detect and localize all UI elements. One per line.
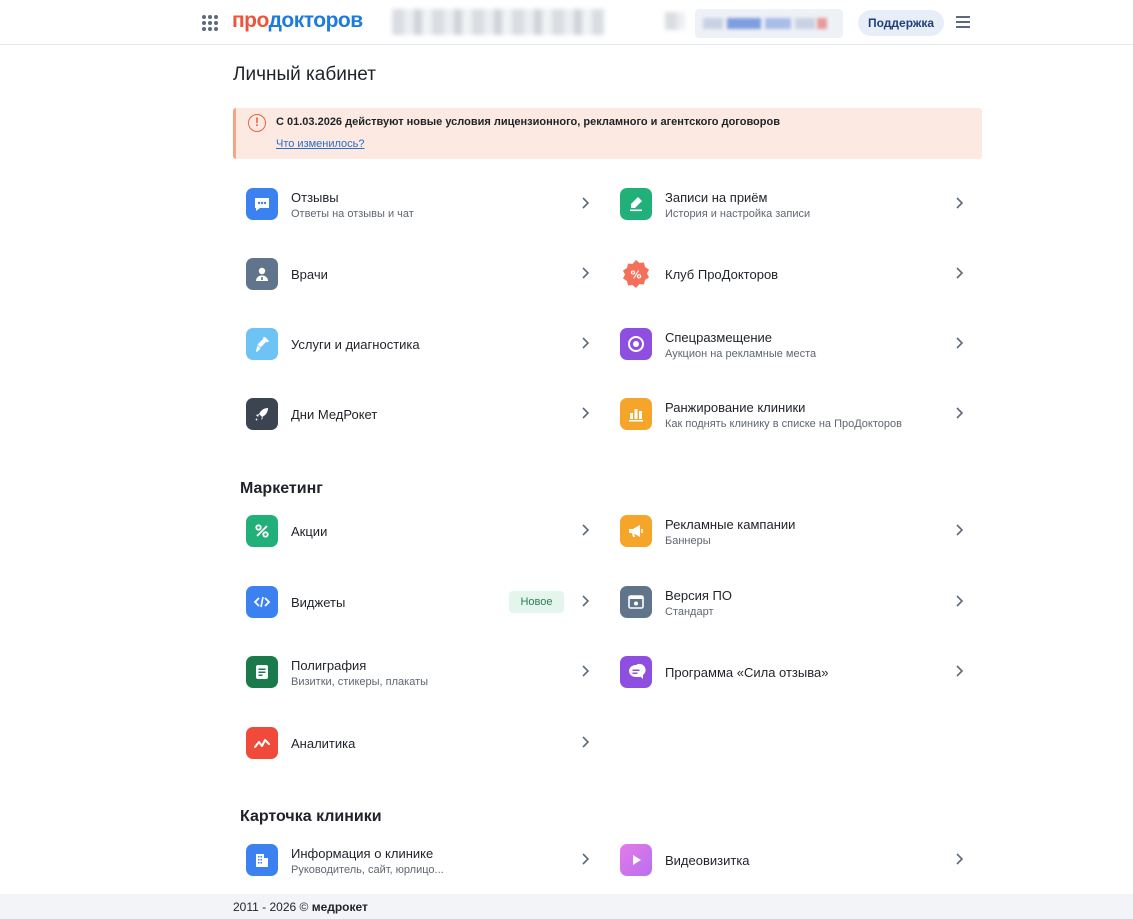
percent-icon <box>246 515 278 547</box>
target-icon <box>620 328 652 360</box>
menu-item-subtitle: Ответы на отзывы и чат <box>291 208 414 220</box>
menu-item-subtitle: Баннеры <box>665 535 711 547</box>
top-header: продокторов Поддержка <box>0 0 1133 45</box>
menu-item-clinic-ranking[interactable]: Ранжирование клиники Как поднять клинику… <box>620 386 980 442</box>
section-title-marketing: Маркетинг <box>240 480 323 497</box>
menu-item-promotions[interactable]: Акции <box>246 503 606 559</box>
menu-item-title: Информация о клинике <box>291 846 434 861</box>
menu-item-ad-campaigns[interactable]: Рекламные кампании Баннеры <box>620 503 980 559</box>
chevron-right-icon <box>954 664 964 678</box>
chevron-right-icon <box>954 266 964 280</box>
svg-text:%: % <box>630 269 641 282</box>
chevron-right-icon <box>580 664 590 678</box>
menu-item-widgets[interactable]: Виджеты Новое <box>246 574 606 630</box>
menu-item-title: Полиграфия <box>291 658 367 673</box>
chevron-right-icon <box>954 594 964 608</box>
menu-item-title: Ранжирование клиники <box>665 400 806 415</box>
building-icon <box>246 844 278 876</box>
clinic-selector-blurred[interactable] <box>392 9 604 35</box>
menu-item-special-placement[interactable]: Спецразмещение Аукцион на рекламные мест… <box>620 316 980 372</box>
menu-item-title: Клуб ПроДокторов <box>665 267 779 282</box>
megaphone-icon <box>620 515 652 547</box>
play-icon <box>620 844 652 876</box>
menu-item-medrocket-days[interactable]: Дни МедРокет <box>246 386 606 442</box>
menu-item-subtitle: Визитки, стикеры, плакаты <box>291 676 429 688</box>
chat-bubble-icon <box>246 188 278 220</box>
what-changed-link[interactable]: Что изменилось? <box>276 138 365 150</box>
code-icon <box>246 586 278 618</box>
menu-item-appointments[interactable]: Записи на приём История и настройка запи… <box>620 176 980 232</box>
footer-years: 2011 - 2026 © <box>233 900 309 914</box>
logo-part-1: про <box>232 9 269 32</box>
menu-item-title: Виджеты <box>291 595 346 610</box>
menu-item-subtitle: Стандарт <box>665 606 714 618</box>
chevron-right-icon <box>580 735 590 749</box>
chevron-right-icon <box>580 336 590 350</box>
menu-item-title: Программа «Сила отзыва» <box>665 665 829 680</box>
hamburger-menu-icon[interactable] <box>956 16 970 28</box>
chevron-right-icon <box>580 406 590 420</box>
menu-item-title: Рекламные кампании <box>665 517 796 532</box>
menu-item-title: Услуги и диагностика <box>291 337 420 352</box>
menu-item-video-card[interactable]: Видеовизитка <box>620 832 980 888</box>
menu-item-analytics[interactable]: Аналитика <box>246 715 606 771</box>
prodoctorov-logo[interactable]: продокторов <box>232 9 363 33</box>
percent-badge-icon: % <box>620 258 652 290</box>
new-badge: Новое <box>509 591 564 613</box>
menu-item-reviews[interactable]: Отзывы Ответы на отзывы и чат <box>246 176 606 232</box>
bar-chart-icon <box>620 398 652 430</box>
logo-part-2: докторов <box>268 9 364 32</box>
review-chat-icon <box>620 656 652 688</box>
menu-item-title: Версия ПО <box>665 588 732 603</box>
notification-blurred[interactable] <box>665 12 685 30</box>
menu-item-services[interactable]: Услуги и диагностика <box>246 316 606 372</box>
rocket-icon <box>246 398 278 430</box>
syringe-icon <box>246 328 278 360</box>
menu-item-subtitle: Аукцион на рекламные места <box>665 348 817 360</box>
chevron-right-icon <box>580 594 590 608</box>
menu-item-review-power-program[interactable]: Программа «Сила отзыва» <box>620 644 980 700</box>
menu-item-title: Аналитика <box>291 736 356 751</box>
menu-item-subtitle: Руководитель, сайт, юрлицо... <box>291 864 444 876</box>
menu-item-title: Акции <box>291 524 328 539</box>
chevron-right-icon <box>580 852 590 866</box>
section-title-clinic-card: Карточка клиники <box>240 808 382 825</box>
chevron-right-icon <box>954 523 964 537</box>
terms-notice-banner: ! С 01.03.2026 действуют новые условия л… <box>233 108 982 159</box>
menu-item-title: Записи на приём <box>665 190 768 205</box>
chevron-right-icon <box>954 336 964 350</box>
account-blurred[interactable] <box>695 9 843 38</box>
chevron-right-icon <box>954 196 964 210</box>
menu-item-title: Врачи <box>291 267 328 282</box>
menu-item-title: Дни МедРокет <box>291 407 378 422</box>
menu-item-title: Спецразмещение <box>665 330 772 345</box>
menu-item-title: Видеовизитка <box>665 853 750 868</box>
chevron-right-icon <box>954 852 964 866</box>
analytics-line-icon <box>246 727 278 759</box>
chevron-right-icon <box>580 523 590 537</box>
menu-item-printing[interactable]: Полиграфия Визитки, стикеры, плакаты <box>246 644 606 700</box>
footer-copyright: 2011 - 2026 © медрокет <box>233 900 368 914</box>
chevron-right-icon <box>580 196 590 210</box>
edit-pen-icon <box>620 188 652 220</box>
menu-item-clinic-info[interactable]: Информация о клинике Руководитель, сайт,… <box>246 832 606 888</box>
medrocket-brand[interactable]: медрокет <box>312 900 368 914</box>
apps-grid-icon[interactable] <box>202 15 218 31</box>
notice-text: С 01.03.2026 действуют новые условия лиц… <box>276 116 780 128</box>
menu-item-doctors[interactable]: Врачи <box>246 246 606 302</box>
page-title: Личный кабинет <box>233 64 376 85</box>
chevron-right-icon <box>954 406 964 420</box>
menu-item-prodoctorov-club[interactable]: % Клуб ПроДокторов <box>620 246 980 302</box>
chevron-right-icon <box>580 266 590 280</box>
software-window-icon <box>620 586 652 618</box>
menu-item-title: Отзывы <box>291 190 339 205</box>
doctor-icon <box>246 258 278 290</box>
menu-item-software-version[interactable]: Версия ПО Стандарт <box>620 574 980 630</box>
menu-item-subtitle: Как поднять клинику в списке на ПроДокто… <box>665 418 902 430</box>
support-button[interactable]: Поддержка <box>858 10 945 36</box>
document-icon <box>246 656 278 688</box>
page-footer: 2011 - 2026 © медрокет <box>0 894 1133 919</box>
menu-item-subtitle: История и настройка записи <box>665 208 811 220</box>
warning-icon: ! <box>248 114 266 132</box>
